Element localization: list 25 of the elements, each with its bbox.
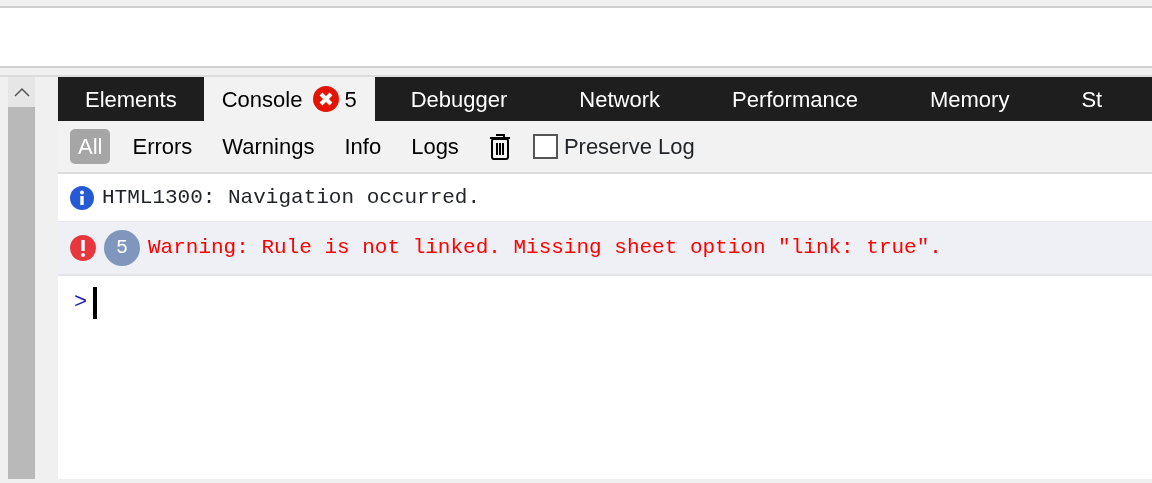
checkbox-label: Preserve Log [563, 133, 695, 161]
checkbox[interactable] [532, 134, 558, 159]
console-message: Warning: Rule is not linked. Missing sheet option "link: true". [148, 235, 942, 262]
repeat-count-badge: 5 [104, 230, 140, 266]
devtools-tab[interactable]: Elements [58, 77, 204, 121]
devtools-tab[interactable]: Debugger [374, 77, 544, 121]
devtools-tab[interactable]: Memory [893, 77, 1046, 121]
filter-button[interactable]: Warnings [214, 129, 323, 164]
console-message: HTML1300: Navigation occurred. [102, 184, 481, 211]
filter-button[interactable]: Logs [403, 129, 467, 164]
trash-icon[interactable] [488, 132, 511, 161]
info-icon [70, 185, 94, 210]
devtools-tab[interactable]: Performance [696, 77, 894, 121]
filter-button[interactable]: Errors [124, 129, 201, 164]
tab-label: Console [221, 85, 303, 114]
text-cursor [93, 286, 98, 319]
devtools-tab[interactable]: Network [543, 77, 696, 121]
prompt-symbol: > [74, 289, 88, 317]
error-count: 5 [344, 85, 357, 114]
devtools-tab[interactable]: St [1045, 77, 1139, 121]
error-icon [312, 85, 341, 113]
devtools-tab[interactable]: Console 5 [203, 77, 375, 121]
filter-button[interactable]: Info [336, 129, 390, 164]
error-icon [70, 235, 96, 261]
chevron-up-icon [13, 87, 30, 97]
